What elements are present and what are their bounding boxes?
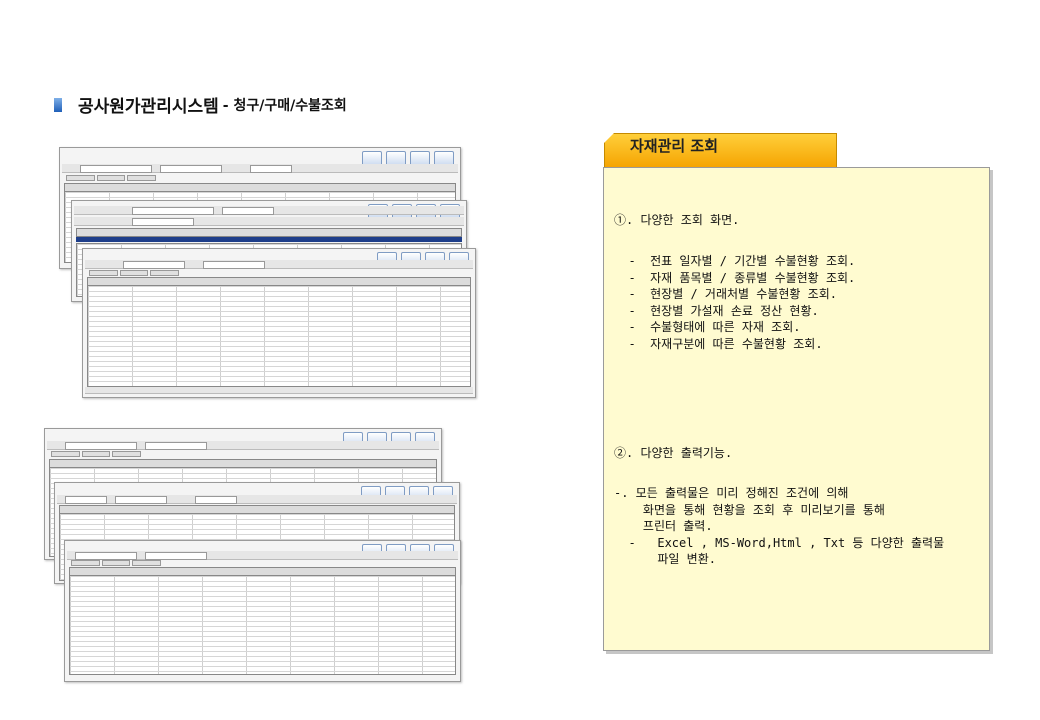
section1-item: - 자재 품목별 / 종류별 수불현황 조회. xyxy=(614,270,856,285)
section1-heading: ①. 다양한 조회 화면. xyxy=(614,213,740,227)
section2-item: 프린터 출력. xyxy=(614,519,713,533)
panel-tab-notch xyxy=(604,133,614,143)
section1-item: - 전표 일자별 / 기간별 수불현황 조회. xyxy=(614,254,856,268)
panel-tab-title: 자재관리 조회 xyxy=(630,137,719,155)
section2-item: 화면을 통해 현황을 조회 후 미리보기를 통해 xyxy=(614,502,885,517)
section2-item: -. 모든 출력물은 미리 정해진 조건에 의해 xyxy=(614,486,849,500)
title-bullet-icon xyxy=(54,97,62,112)
title-main: 공사원가관리시스템 xyxy=(78,97,219,117)
section1-item: - 현장별 가설재 손료 정산 현황. xyxy=(614,303,819,318)
section2-item: - Excel , MS-Word,Html , Txt 등 다양한 출력물 xyxy=(614,535,945,550)
section2-heading: ②. 다양한 출력기능. xyxy=(614,446,733,460)
screenshot-output-3 xyxy=(64,540,461,682)
slide-title: 공사원가관리시스템 - 청구/구매/수불조회 xyxy=(54,92,347,117)
screenshot-inquiry-3 xyxy=(82,248,476,398)
feature-panel: ①. 다양한 조회 화면. - 전표 일자별 / 기간별 수불현황 조회. - … xyxy=(603,167,990,651)
section1-item: - 수불형태에 따른 자재 조회. xyxy=(614,320,801,334)
title-sub: - 청구/구매/수불조회 xyxy=(222,97,347,114)
section1-item: - 자재구분에 따른 수불현황 조회. xyxy=(614,336,823,351)
section1-item: - 현장별 / 거래처별 수불현황 조회. xyxy=(614,287,837,301)
section2-item: 파일 변환. xyxy=(614,552,716,566)
